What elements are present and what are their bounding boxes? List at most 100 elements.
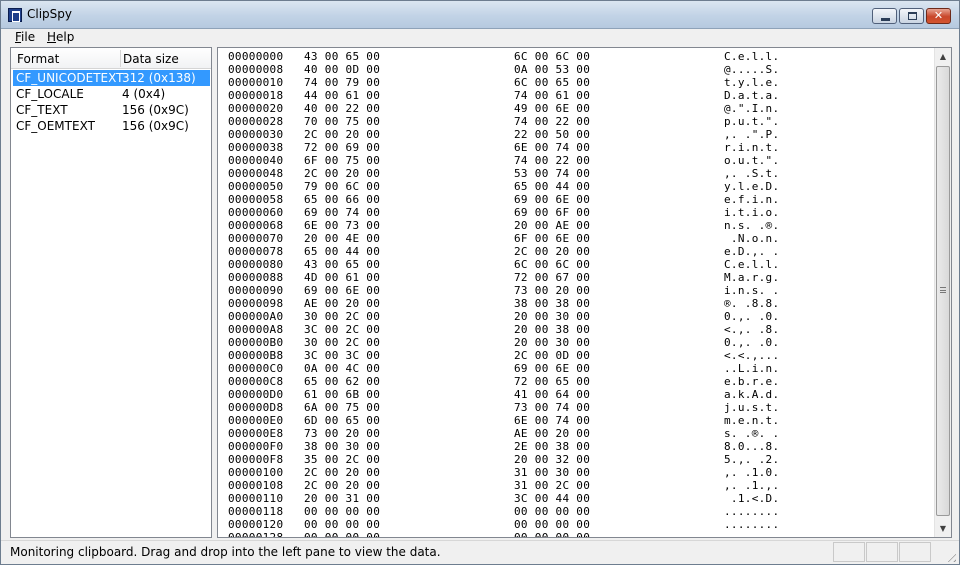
status-panel [833,542,865,562]
ascii-text: .N.o.n. [724,232,780,245]
ascii-text: ,. .S.t. [724,167,780,180]
hex-bytes-group-1: 40 00 22 00 [304,102,381,115]
scroll-thumb[interactable] [936,66,950,516]
hex-bytes-group-1: 35 00 2C 00 [304,453,381,466]
hex-line: 00000120 00 00 00 00 00 00 00 00........ [228,518,779,531]
ascii-text: M.a.r.g. [724,271,780,284]
hex-offset: 00000000 [228,50,284,63]
hex-offset: 000000A8 [228,323,284,336]
hex-bytes-group-1: 2C 00 20 00 [304,167,381,180]
hex-bytes-group-1: 69 00 6E 00 [304,284,381,297]
hex-line: 00000070 20 00 4E 00 6F 00 6E 00 .N.o.n. [228,232,779,245]
menu-help[interactable]: Help [47,30,74,44]
hex-bytes-group-2: 6E 00 74 00 [514,141,591,154]
maximize-button[interactable] [899,8,924,24]
column-header-format[interactable]: Format [17,52,59,66]
hex-bytes-group-2: 20 00 30 00 [514,310,591,323]
format-row-unicodetext[interactable]: CF_UNICODETEXT 312 (0x138) [13,70,210,86]
vertical-scrollbar[interactable]: ▲ ▼ [934,48,951,537]
ascii-text: .1.<.D. [724,492,780,505]
menu-file[interactable]: File [15,30,35,44]
minimize-button[interactable] [872,8,897,24]
hex-offset: 000000B0 [228,336,284,349]
title-bar[interactable]: ClipSpy ✕ [1,1,959,29]
ascii-text: p.u.t.". [724,115,780,128]
close-button[interactable]: ✕ [926,8,951,24]
hex-bytes-group-1: 30 00 2C 00 [304,310,381,323]
hex-bytes-group-2: 20 00 32 00 [514,453,591,466]
status-text: Monitoring clipboard. Drag and drop into… [10,545,441,559]
hex-bytes-group-1: 2C 00 20 00 [304,128,381,141]
format-name: CF_UNICODETEXT [16,71,124,85]
hex-bytes-group-1: 20 00 4E 00 [304,232,381,245]
hex-bytes-group-1: 00 00 00 00 [304,505,381,518]
ascii-text: e.f.i.n. [724,193,780,206]
hex-bytes-group-1: 40 00 0D 00 [304,63,381,76]
hex-line: 000000D8 6A 00 75 00 73 00 74 00 j.u.s.t. [228,401,779,414]
hex-bytes-group-1: 79 00 6C 00 [304,180,381,193]
hex-bytes-group-1: 00 00 00 00 [304,518,381,531]
hex-bytes-group-2: 49 00 6E 00 [514,102,591,115]
ascii-text: 5.,. .2. [724,453,780,466]
hex-bytes-group-1: 69 00 74 00 [304,206,381,219]
hex-bytes-group-2: 38 00 38 00 [514,297,591,310]
hex-bytes-group-2: 00 00 00 00 [514,505,591,518]
format-name: CF_TEXT [16,103,68,117]
format-row-locale[interactable]: CF_LOCALE 4 (0x4) [13,86,210,102]
hex-bytes-group-2: 69 00 6E 00 [514,193,591,206]
maximize-icon [908,12,917,20]
hex-offset: 00000020 [228,102,284,115]
hex-line: 00000068 6E 00 73 00 20 00 AE 00 n.s. .®. [228,219,779,232]
format-row-oemtext[interactable]: CF_OEMTEXT 156 (0x9C) [13,118,210,134]
hex-bytes-group-1: 6D 00 65 00 [304,414,381,427]
hex-line: 00000100 2C 00 20 00 31 00 30 00 ,. .1.0. [228,466,779,479]
ascii-text: ........ [724,505,780,518]
hex-line: 00000020 40 00 22 00 49 00 6E 00 @.".I.n. [228,102,779,115]
hex-line: 00000048 2C 00 20 00 53 00 74 00 ,. .S.t. [228,167,779,180]
ascii-text: t.y.l.e. [724,76,780,89]
format-row-text[interactable]: CF_TEXT 156 (0x9C) [13,102,210,118]
column-header-data-size[interactable]: Data size [123,52,179,66]
minimize-icon [881,18,890,21]
hex-dump-view[interactable]: 00000000 43 00 65 00 6C 00 6C 00 C.e.l.l. 00… [217,47,952,538]
hex-line: 00000110 20 00 31 00 3C 00 44 00 .1.<.D. [228,492,779,505]
ascii-text: @.".I.n. [724,102,780,115]
ascii-text: m.e.n.t. [724,414,780,427]
hex-bytes-group-1: 43 00 65 00 [304,50,381,63]
ascii-text: 0.,. .0. [724,310,780,323]
hex-offset: 000000B8 [228,349,284,362]
menu-help-hotkey: H [47,30,57,44]
hex-line: 00000098 AE 00 20 00 38 00 38 00 ®. .8.8. [228,297,779,310]
ascii-text: ,. .1.,. [724,479,780,492]
hex-bytes-group-2: 0A 00 53 00 [514,63,591,76]
hex-line: 000000C0 0A 00 4C 00 69 00 6E 00 ..L.i.n. [228,362,779,375]
hex-offset: 00000008 [228,63,284,76]
format-size: 156 (0x9C) [122,103,189,117]
hex-line: 00000018 44 00 61 00 74 00 61 00 D.a.t.a. [228,89,779,102]
format-name: CF_OEMTEXT [16,119,95,133]
resize-grip-icon[interactable] [944,550,956,562]
hex-line: 00000088 4D 00 61 00 72 00 67 00 M.a.r.g. [228,271,779,284]
hex-line: 000000B8 3C 00 3C 00 2C 00 0D 00 <.<.,... [228,349,779,362]
ascii-text: D.a.t.a. [724,89,780,102]
scroll-up-arrow-icon[interactable]: ▲ [935,48,951,65]
status-panel [866,542,898,562]
ascii-text: y.l.e.D. [724,180,780,193]
ascii-text: i.n.s. . [724,284,780,297]
hex-bytes-group-2: 69 00 6E 00 [514,362,591,375]
hex-bytes-group-2: 2E 00 38 00 [514,440,591,453]
hex-line: 00000000 43 00 65 00 6C 00 6C 00 C.e.l.l. [228,50,779,63]
hex-bytes-group-2: 53 00 74 00 [514,167,591,180]
format-list[interactable]: Format Data size CF_UNICODETEXT 312 (0x1… [10,47,212,538]
ascii-text: <.<.,... [724,349,780,362]
ascii-text: ,. .1.0. [724,466,780,479]
hex-bytes-group-1: 38 00 30 00 [304,440,381,453]
status-bar: Monitoring clipboard. Drag and drop into… [1,540,959,564]
hex-bytes-group-2: 73 00 20 00 [514,284,591,297]
menu-bar: File Help [1,29,959,47]
hex-offset: 000000D8 [228,401,284,414]
scroll-down-arrow-icon[interactable]: ▼ [935,520,951,537]
column-separator[interactable] [120,50,121,67]
hex-offset: 000000C0 [228,362,284,375]
hex-line: 00000008 40 00 0D 00 0A 00 53 00 @.....S. [228,63,779,76]
